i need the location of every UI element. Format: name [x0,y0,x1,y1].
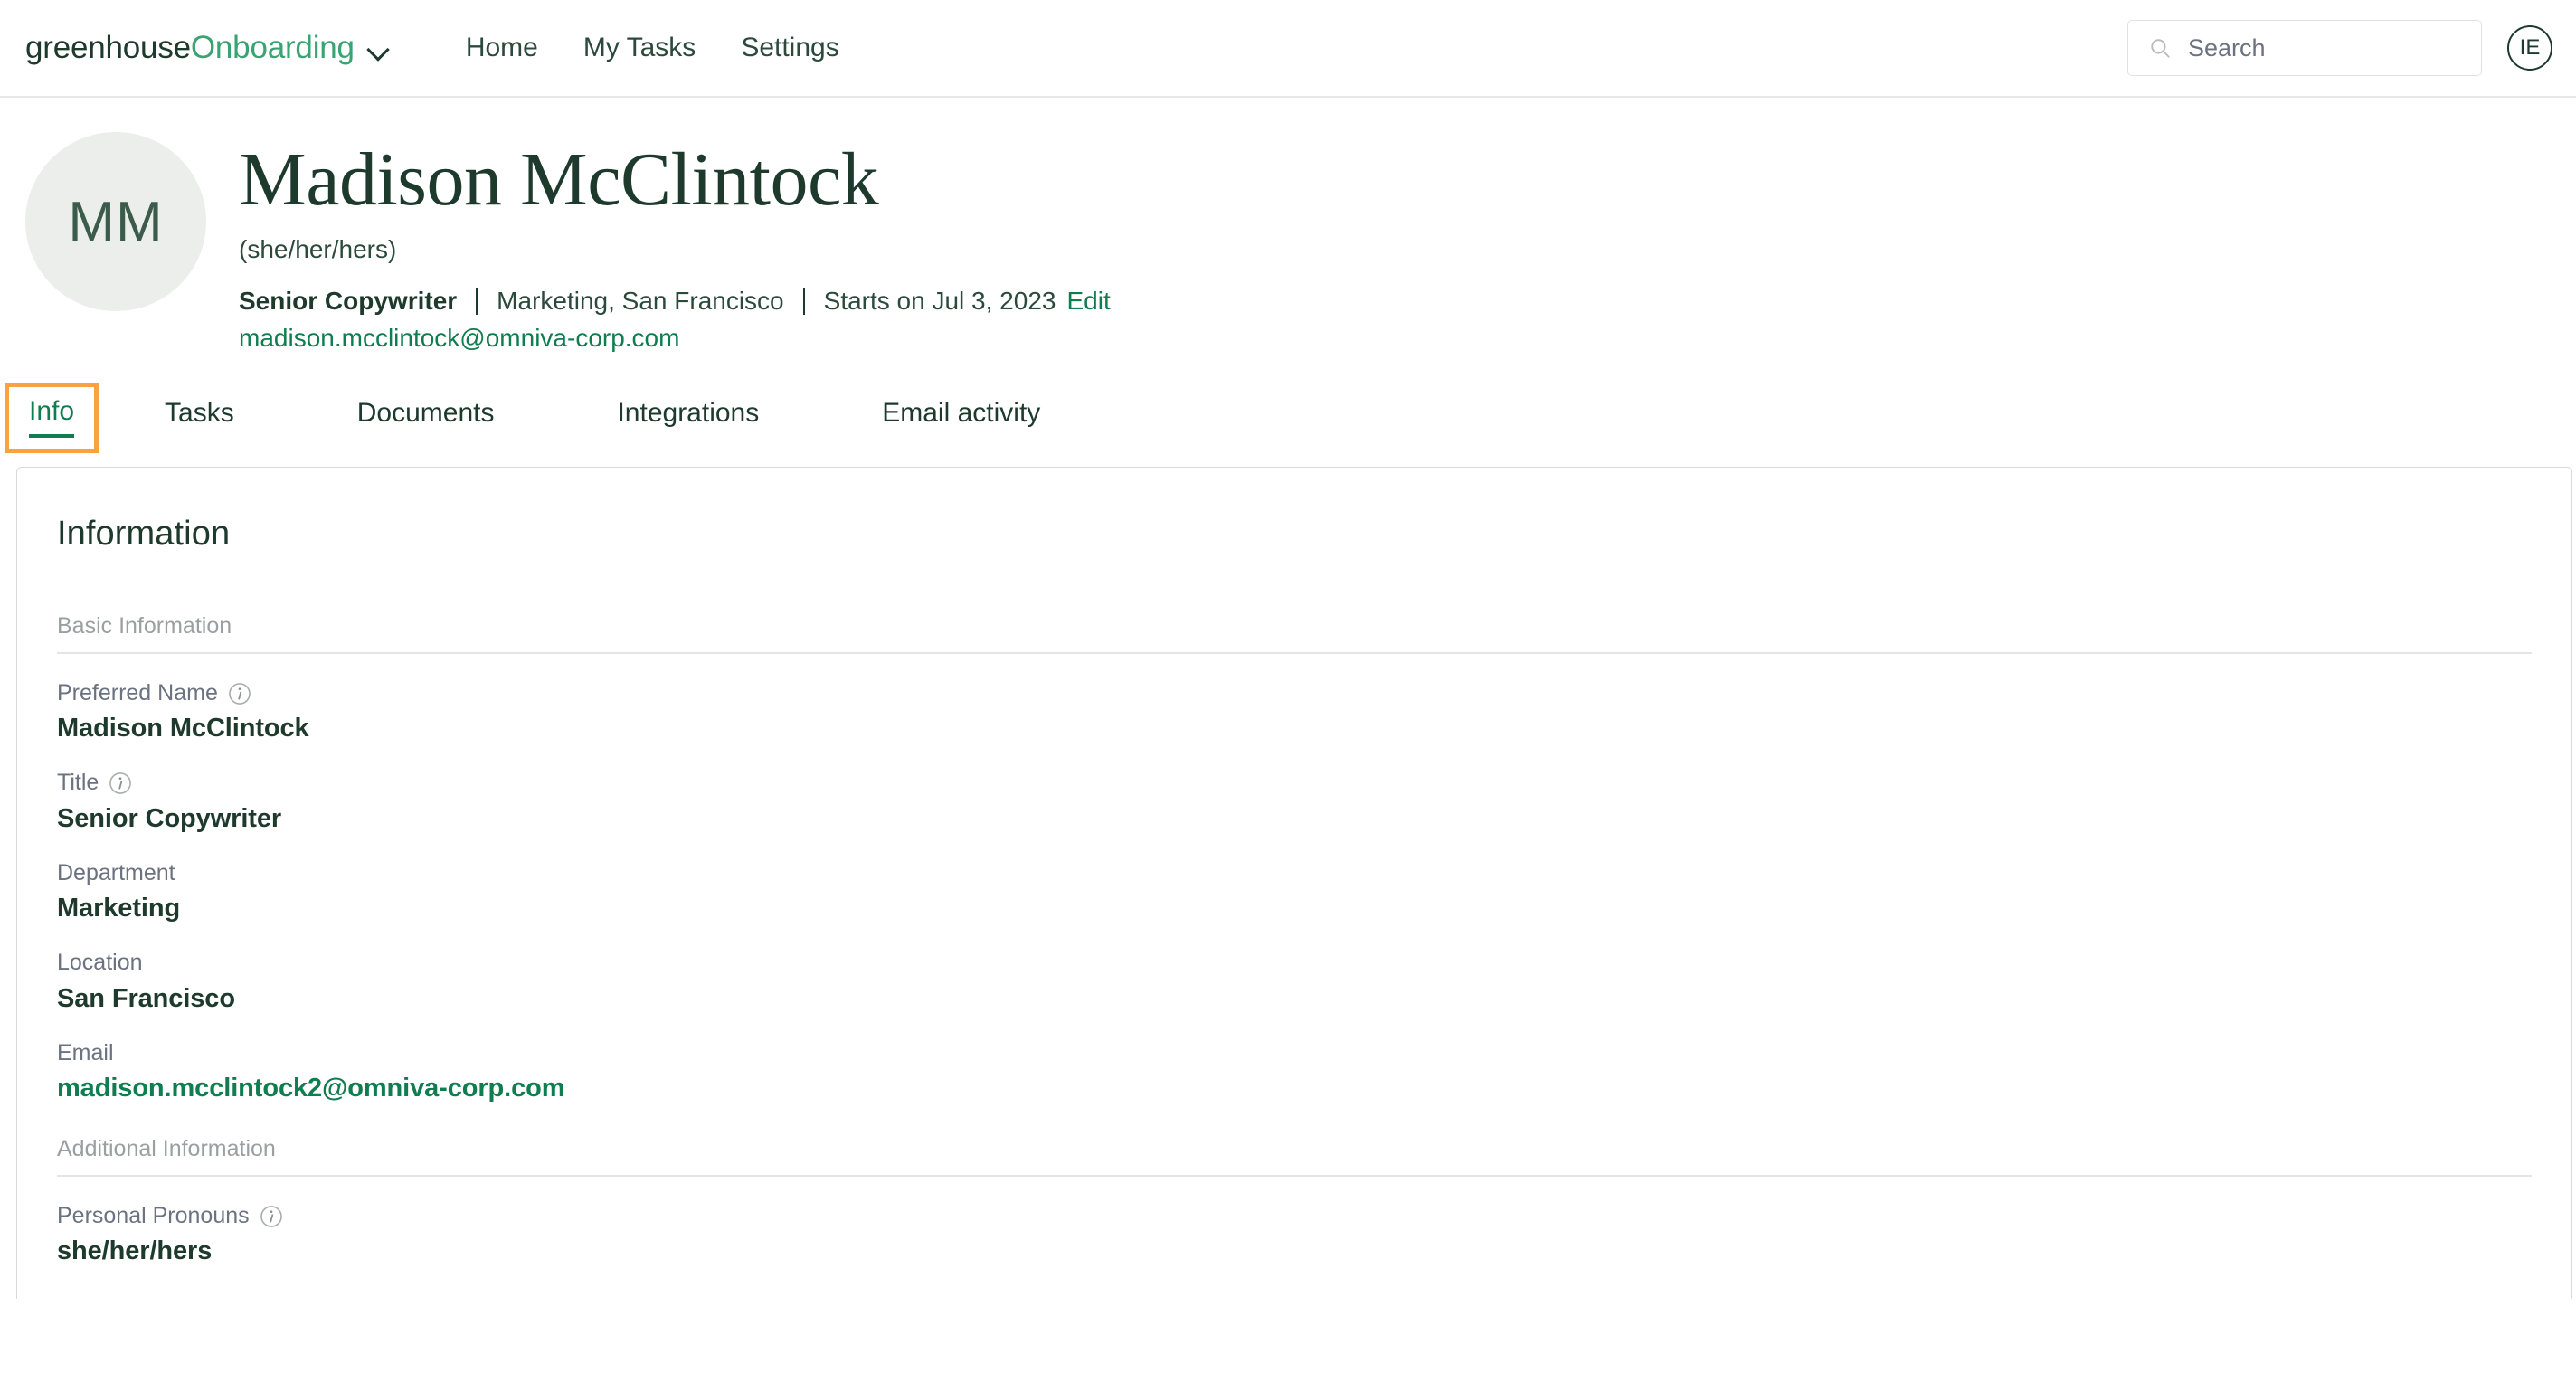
information-heading: Information [57,515,231,554]
field-value-personal-pronouns: she/her/hers [57,1236,213,1266]
field-label-text: Department [57,859,175,885]
search-icon [2151,39,2170,58]
tab-info[interactable]: Info [4,383,99,454]
information-card: Information Basic Information Preferred … [16,467,2572,1300]
field-value-email[interactable]: madison.mcclintock2@omniva-corp.com [57,1074,565,1103]
tab-documents[interactable]: Documents [339,391,513,449]
profile-pronouns: (she/her/hers) [239,234,397,263]
field-label-text: Email [57,1039,114,1065]
profile-header: MM Madison McClintock (she/her/hers) Sen… [0,98,2576,353]
section-label-basic-information: Basic Information [57,613,232,639]
nav-link-home[interactable]: Home [443,24,561,72]
field-title: Title Senior Copywriter [57,771,2532,834]
field-label-row: Location [57,951,2532,976]
field-preferred-name: Preferred Name Madison McClintock [57,679,2532,744]
nav-right-cluster: Search IE [2127,20,2552,76]
field-label-row: Department [57,859,2532,886]
brand-name-primary: greenhouse [25,30,191,65]
tab-integrations[interactable]: Integrations [599,391,777,449]
profile-meta-row: Senior Copywriter Marketing, San Francis… [239,286,1111,316]
meta-divider [802,288,805,316]
nav-link-my-tasks[interactable]: My Tasks [561,24,718,72]
field-label-text: Preferred Name [57,679,218,705]
edit-start-date-link[interactable]: Edit [1066,287,1110,316]
search-placeholder-text: Search [2188,33,2266,62]
field-location: Location San Francisco [57,951,2532,1014]
field-email: Email madison.mcclintock2@omniva-corp.co… [57,1039,2532,1104]
profile-start-date: Starts on Jul 3, 2023 [823,286,1056,315]
field-label-text: Personal Pronouns [57,1202,250,1228]
search-input[interactable]: Search [2127,20,2482,76]
tab-email-activity[interactable]: Email activity [864,391,1058,449]
profile-avatar-initials: MM [68,190,164,253]
main-navigation-links: Home My Tasks Settings [443,24,862,72]
top-navigation-bar: greenhouseOnboarding Home My Tasks Setti… [0,0,2576,98]
info-icon[interactable] [260,1205,283,1228]
page-title: Madison McClintock [239,137,879,222]
meta-divider [476,288,478,316]
nav-link-settings[interactable]: Settings [718,24,861,72]
field-value-location: San Francisco [57,983,235,1013]
field-label-row: Title [57,771,2532,796]
section-divider [57,1175,2532,1177]
user-avatar[interactable]: IE [2507,25,2552,71]
profile-tabs: Info Tasks Documents Integrations Email … [0,380,2576,454]
field-label-text: Title [57,770,99,796]
profile-department-location: Marketing, San Francisco [497,286,784,315]
field-label-text: Location [57,950,143,976]
section-divider [57,652,2532,654]
field-personal-pronouns: Personal Pronouns she/her/hers [57,1202,2532,1267]
field-value-department: Marketing [57,894,181,923]
profile-details: Madison McClintock (she/her/hers) Senior… [239,132,1111,353]
field-label-row: Preferred Name [57,679,2532,706]
field-value-title: Senior Copywriter [57,803,282,833]
profile-avatar: MM [25,132,206,311]
user-avatar-initials: IE [2519,35,2541,60]
info-icon[interactable] [109,772,132,795]
field-label-row: Email [57,1039,2532,1066]
chevron-down-icon[interactable] [367,42,391,54]
info-icon[interactable] [228,682,251,705]
profile-email-link[interactable]: madison.mcclintock@omniva-corp.com [239,324,1111,353]
field-department: Department Marketing [57,859,2532,924]
section-label-additional-information: Additional Information [57,1136,276,1162]
brand-name-secondary: Onboarding [190,30,355,65]
field-label-row: Personal Pronouns [57,1202,2532,1229]
brand-logo-menu[interactable]: greenhouseOnboarding [25,30,391,66]
brand-wordmark: greenhouseOnboarding [25,30,355,66]
tab-tasks[interactable]: Tasks [147,391,252,449]
field-value-preferred-name: Madison McClintock [57,714,309,743]
profile-job-title: Senior Copywriter [239,286,458,315]
